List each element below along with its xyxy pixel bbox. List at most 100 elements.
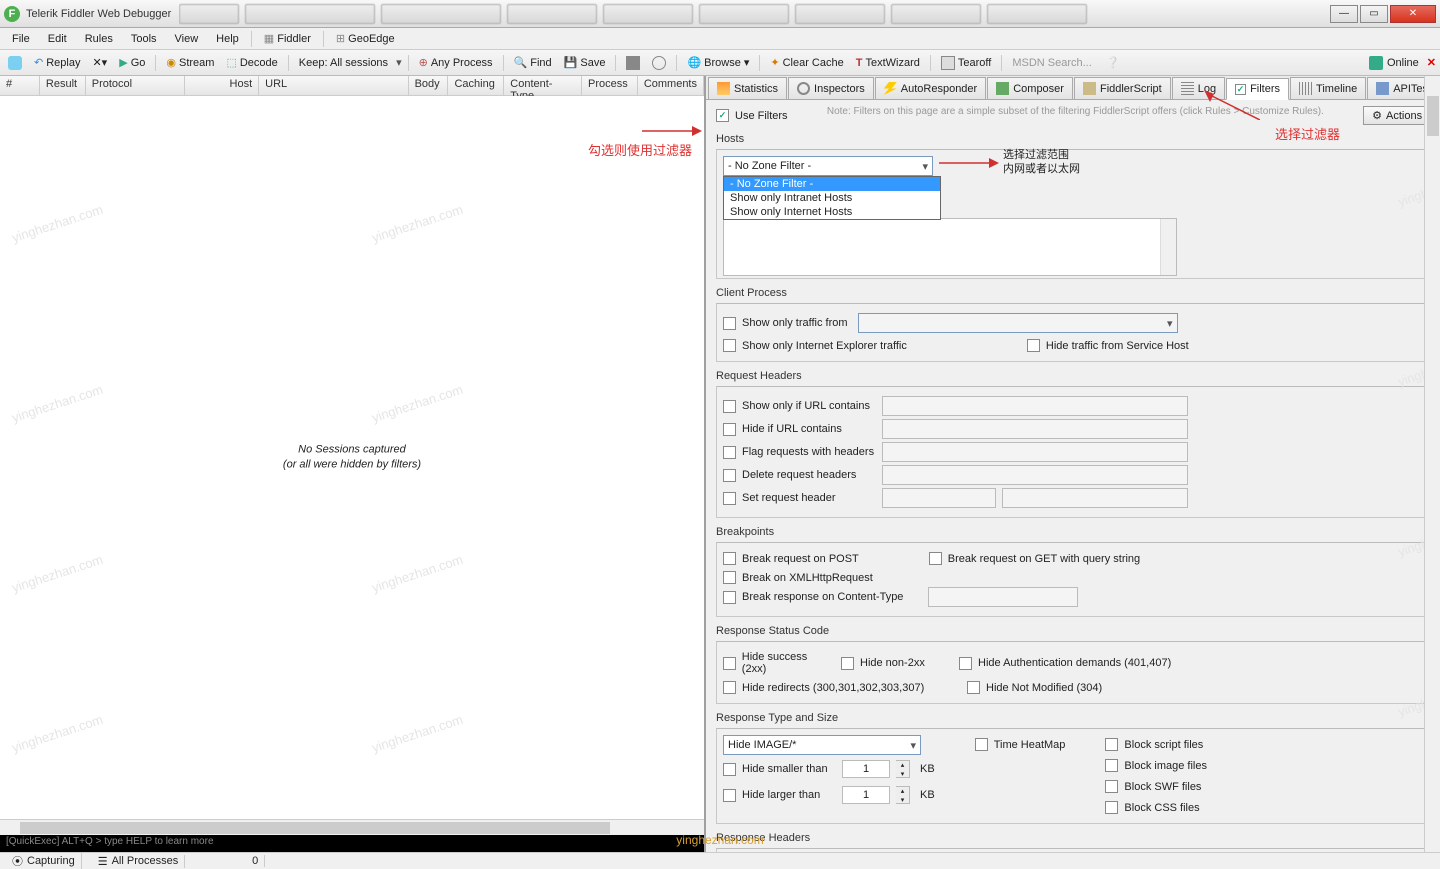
tab-log[interactable]: Log bbox=[1172, 77, 1225, 99]
client-process-combo[interactable] bbox=[858, 313, 1178, 333]
menu-help[interactable]: Help bbox=[208, 31, 247, 47]
find-button[interactable]: 🔍 Find bbox=[510, 54, 556, 71]
larger-spinner[interactable] bbox=[896, 786, 910, 804]
chk-bp-post[interactable] bbox=[723, 552, 736, 565]
zone-opt-intranet[interactable]: Show only Intranet Hosts bbox=[724, 191, 940, 205]
col-body[interactable]: Body bbox=[409, 76, 449, 95]
go-button[interactable]: ▶ Go bbox=[115, 54, 149, 71]
right-scrollbar[interactable] bbox=[1424, 76, 1440, 852]
menu-edit[interactable]: Edit bbox=[40, 31, 75, 47]
status-capturing[interactable]: ⦿Capturing bbox=[6, 853, 82, 869]
smaller-input[interactable] bbox=[842, 760, 890, 778]
chk-svc-hide[interactable] bbox=[1027, 339, 1040, 352]
chk-hide-auth[interactable] bbox=[959, 657, 972, 670]
minimize-button[interactable]: — bbox=[1330, 5, 1358, 23]
url-contains-input[interactable] bbox=[882, 396, 1188, 416]
stream-button[interactable]: ◉ Stream bbox=[162, 54, 218, 71]
zone-opt-internet[interactable]: Show only Internet Hosts bbox=[724, 205, 940, 219]
col-url[interactable]: URL bbox=[259, 76, 408, 95]
flag-req-input[interactable] bbox=[882, 442, 1188, 462]
chk-ie-only[interactable] bbox=[723, 339, 736, 352]
menu-view[interactable]: View bbox=[167, 31, 207, 47]
timer-button[interactable] bbox=[648, 54, 670, 72]
msdn-search-input[interactable]: MSDN Search... bbox=[1008, 55, 1098, 71]
menu-file[interactable]: File bbox=[4, 31, 38, 47]
larger-input[interactable] bbox=[842, 786, 890, 804]
chk-bp-xhr[interactable] bbox=[723, 571, 736, 584]
hosts-textarea[interactable] bbox=[723, 218, 1177, 276]
save-button[interactable]: 💾 Save bbox=[560, 54, 610, 71]
chk-block-script[interactable] bbox=[1105, 738, 1118, 751]
tab-statistics[interactable]: Statistics bbox=[708, 77, 787, 99]
chk-block-swf[interactable] bbox=[1105, 780, 1118, 793]
sessions-grid[interactable]: yinghezhan.com yinghezhan.com yinghezhan… bbox=[0, 96, 704, 819]
col-num[interactable]: # bbox=[0, 76, 40, 95]
menu-rules[interactable]: Rules bbox=[77, 31, 121, 47]
chk-flag-req[interactable] bbox=[723, 446, 736, 459]
watermark-bottom: yinghezhan.com bbox=[676, 833, 763, 847]
col-host[interactable]: Host bbox=[185, 76, 259, 95]
chk-block-img[interactable] bbox=[1105, 759, 1118, 772]
smaller-spinner[interactable] bbox=[896, 760, 910, 778]
tearoff-button[interactable]: Tearoff bbox=[937, 54, 995, 72]
use-filters-checkbox[interactable]: Use Filters bbox=[716, 109, 788, 122]
chk-set-req[interactable] bbox=[723, 492, 736, 505]
hide-url-input[interactable] bbox=[882, 419, 1188, 439]
tab-autoresponder[interactable]: AutoResponder bbox=[875, 77, 986, 99]
col-result[interactable]: Result bbox=[40, 76, 86, 95]
chk-hide-larger[interactable] bbox=[723, 789, 736, 802]
replay-button[interactable]: ↶ Replay bbox=[30, 54, 84, 71]
tab-filters[interactable]: Filters bbox=[1226, 78, 1289, 100]
textwizard-button[interactable]: T TextWizard bbox=[852, 55, 924, 71]
tab-fiddlerscript[interactable]: FiddlerScript bbox=[1074, 77, 1171, 99]
menu-geoedge[interactable]: ⊞ GeoEdge bbox=[328, 30, 403, 47]
close-toolbar-button[interactable]: ✕ bbox=[1427, 56, 1436, 69]
browse-button[interactable]: 🌐 Browse ▾ bbox=[683, 54, 753, 71]
remove-button[interactable]: ✕▾ bbox=[88, 54, 111, 71]
chk-del-req[interactable] bbox=[723, 469, 736, 482]
decode-button[interactable]: ⬚ Decode bbox=[222, 54, 281, 71]
chk-heatmap[interactable] bbox=[975, 738, 988, 751]
chk-client-only[interactable] bbox=[723, 317, 736, 330]
col-comments[interactable]: Comments bbox=[638, 76, 704, 95]
clear-cache-button[interactable]: ✦ Clear Cache bbox=[766, 54, 847, 71]
chk-hide-2xx[interactable] bbox=[723, 657, 736, 670]
chk-url-contains[interactable] bbox=[723, 400, 736, 413]
h-scrollbar[interactable] bbox=[0, 819, 704, 835]
close-button[interactable]: ✕ bbox=[1390, 5, 1436, 23]
hide-type-combo[interactable]: Hide IMAGE/* bbox=[723, 735, 921, 755]
set-req-value-input[interactable] bbox=[1002, 488, 1188, 508]
chk-block-css[interactable] bbox=[1105, 801, 1118, 814]
comment-button[interactable] bbox=[4, 54, 26, 72]
tab-inspectors[interactable]: Inspectors bbox=[788, 77, 874, 99]
tab-composer[interactable]: Composer bbox=[987, 77, 1073, 99]
col-process[interactable]: Process bbox=[582, 76, 638, 95]
menu-fiddler[interactable]: ▦ Fiddler bbox=[256, 30, 319, 47]
chk-hide-304[interactable] bbox=[967, 681, 980, 694]
menu-tools[interactable]: Tools bbox=[123, 31, 165, 47]
app-icon: F bbox=[4, 6, 20, 22]
maximize-button[interactable]: ▭ bbox=[1360, 5, 1388, 23]
tab-timeline[interactable]: Timeline bbox=[1290, 77, 1366, 99]
quickexec-bar[interactable]: [QuickExec] ALT+Q > type HELP to learn m… bbox=[0, 835, 704, 852]
chk-hide-non2xx[interactable] bbox=[841, 657, 854, 670]
col-contenttype[interactable]: Content-Type bbox=[504, 76, 582, 95]
help-icon-button[interactable]: ❔ bbox=[1102, 54, 1124, 71]
actions-button[interactable]: ⚙Actions bbox=[1363, 106, 1431, 125]
screenshot-button[interactable] bbox=[622, 54, 644, 72]
set-req-name-input[interactable] bbox=[882, 488, 996, 508]
bp-ct-input[interactable] bbox=[928, 587, 1078, 607]
chk-bp-get[interactable] bbox=[929, 552, 942, 565]
chk-hide-redir[interactable] bbox=[723, 681, 736, 694]
keep-sessions-button[interactable]: Keep: All sessions bbox=[295, 55, 392, 71]
any-process-button[interactable]: ⊕ Any Process bbox=[415, 54, 497, 71]
del-req-input[interactable] bbox=[882, 465, 1188, 485]
chk-bp-ct[interactable] bbox=[723, 591, 736, 604]
chk-hide-smaller[interactable] bbox=[723, 763, 736, 776]
status-processes[interactable]: ☰All Processes bbox=[92, 855, 186, 868]
chk-hide-url[interactable] bbox=[723, 423, 736, 436]
col-protocol[interactable]: Protocol bbox=[86, 76, 186, 95]
col-caching[interactable]: Caching bbox=[448, 76, 504, 95]
zone-filter-combo[interactable]: - No Zone Filter - - No Zone Filter - Sh… bbox=[723, 156, 933, 176]
zone-opt-none[interactable]: - No Zone Filter - bbox=[724, 177, 940, 191]
